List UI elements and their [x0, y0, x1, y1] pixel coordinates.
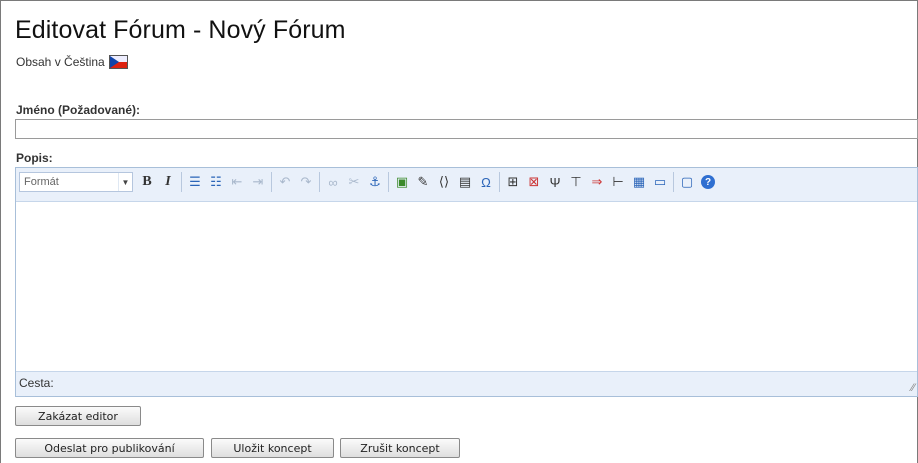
italic-icon[interactable]: I: [158, 172, 178, 192]
image-icon[interactable]: ▣: [392, 172, 412, 192]
editor-statusbar: Cesta: ⁄⁄: [16, 371, 917, 396]
delete-table-icon[interactable]: ⊠: [524, 172, 544, 192]
link-icon[interactable]: ∞: [323, 172, 343, 192]
editor-toolbar: Formát ▼ B I ☰ ☷ ⇤ ⇥ ↶ ↷ ∞ ✂ ⚓ ▣ ✎ ⟨⟩ ▤ …: [16, 168, 917, 202]
anchor-icon[interactable]: ⚓: [365, 172, 385, 192]
bullet-list-icon[interactable]: ☰: [185, 172, 205, 192]
toolbar-separator: [499, 172, 500, 192]
indent-icon[interactable]: ⇥: [248, 172, 268, 192]
name-input[interactable]: [15, 119, 918, 139]
table-properties-icon[interactable]: ▦: [629, 172, 649, 192]
toolbar-separator: [271, 172, 272, 192]
toolbar-separator: [388, 172, 389, 192]
editor-content-area[interactable]: [16, 203, 917, 371]
resize-handle-icon[interactable]: ⁄⁄: [911, 382, 915, 394]
unlink-icon[interactable]: ✂: [344, 172, 364, 192]
editor-path-label: Cesta:: [19, 376, 54, 390]
cell-properties-icon[interactable]: ▭: [650, 172, 670, 192]
help-button[interactable]: ?: [698, 172, 718, 192]
page-title: Editovat Fórum - Nový Fórum: [15, 16, 346, 44]
bold-icon[interactable]: B: [137, 172, 157, 192]
rich-text-editor: Formát ▼ B I ☰ ☷ ⇤ ⇥ ↶ ↷ ∞ ✂ ⚓ ▣ ✎ ⟨⟩ ▤ …: [15, 167, 918, 397]
format-select[interactable]: Formát ▼: [19, 172, 133, 192]
merge-cells-icon[interactable]: ⇒: [587, 172, 607, 192]
insert-row-icon[interactable]: ⊤: [566, 172, 586, 192]
insert-table-icon[interactable]: ⊞: [503, 172, 523, 192]
redo-icon[interactable]: ↷: [296, 172, 316, 192]
submit-publish-button[interactable]: Odeslat pro publikování: [15, 438, 204, 458]
name-label: Jméno (Požadované):: [16, 103, 141, 117]
insert-column-icon[interactable]: Ψ: [545, 172, 565, 192]
description-label: Popis:: [16, 151, 53, 165]
content-language-label: Obsah v Čeština: [16, 55, 105, 69]
split-cells-icon[interactable]: ⊢: [608, 172, 628, 192]
page-frame: Editovat Fórum - Nový Fórum Obsah v Češt…: [0, 0, 918, 463]
attachment-icon[interactable]: ✎: [413, 172, 433, 192]
chevron-down-icon: ▼: [118, 173, 132, 191]
save-draft-button[interactable]: Uložit koncept: [211, 438, 334, 458]
special-character-icon[interactable]: Ω: [476, 172, 496, 192]
help-icon: ?: [701, 175, 715, 189]
toolbar-separator: [673, 172, 674, 192]
czech-flag-icon: [108, 55, 128, 69]
outdent-icon[interactable]: ⇤: [227, 172, 247, 192]
preview-icon[interactable]: ▢: [677, 172, 697, 192]
numbered-list-icon[interactable]: ☷: [206, 172, 226, 192]
embed-code-icon[interactable]: ⟨⟩: [434, 172, 454, 192]
toolbar-separator: [181, 172, 182, 192]
content-language: Obsah v Čeština: [16, 55, 128, 69]
format-select-label: Formát: [24, 176, 59, 188]
template-icon[interactable]: ▤: [455, 172, 475, 192]
undo-icon[interactable]: ↶: [275, 172, 295, 192]
toolbar-separator: [319, 172, 320, 192]
cancel-draft-button[interactable]: Zrušit koncept: [340, 438, 460, 458]
disable-editor-button[interactable]: Zakázat editor: [15, 406, 141, 426]
